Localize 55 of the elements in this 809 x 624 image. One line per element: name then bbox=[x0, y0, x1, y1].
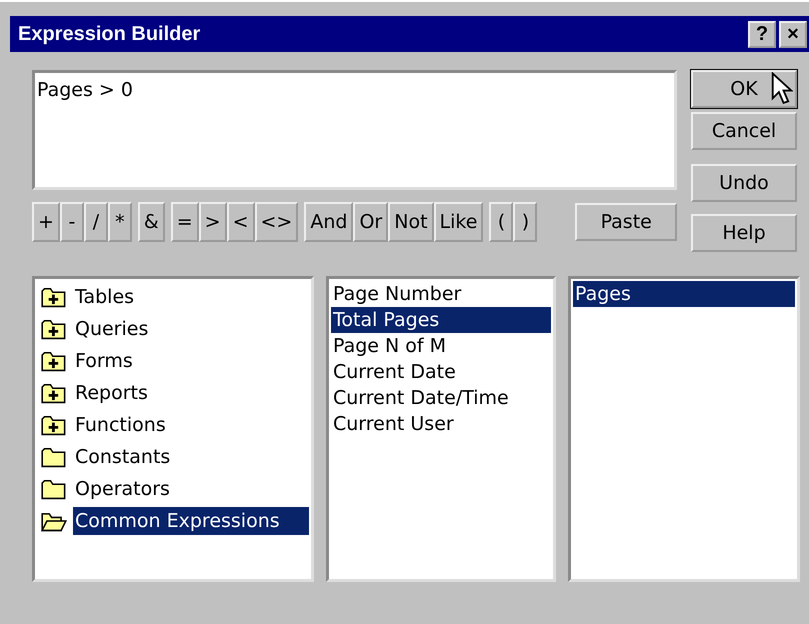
mouse-pointer-icon bbox=[771, 72, 793, 106]
operator-button[interactable]: ) bbox=[513, 202, 538, 242]
folder-label: Operators bbox=[74, 477, 171, 502]
close-button[interactable]: × bbox=[779, 20, 807, 48]
operator-button[interactable]: & bbox=[138, 202, 165, 242]
folder-label: Common Expressions bbox=[73, 507, 309, 535]
folder-plus-icon bbox=[41, 413, 67, 437]
folder-label: Queries bbox=[74, 317, 150, 342]
folder-label: Functions bbox=[74, 413, 167, 438]
dialog-button[interactable]: Cancel bbox=[691, 112, 797, 150]
category-item[interactable]: Page Number bbox=[331, 281, 551, 307]
folder-item[interactable]: Queries bbox=[37, 313, 309, 345]
folder-icon bbox=[41, 445, 67, 469]
operator-button[interactable]: - bbox=[60, 202, 84, 242]
folder-item[interactable]: Operators bbox=[37, 473, 309, 505]
folder-item[interactable]: Forms bbox=[37, 345, 309, 377]
operator-button[interactable]: > bbox=[198, 202, 227, 242]
category-item[interactable]: Current User bbox=[331, 411, 551, 437]
category-item[interactable]: Current Date bbox=[331, 359, 551, 385]
operator-button[interactable]: <> bbox=[254, 202, 298, 242]
dialog-button[interactable]: OK bbox=[691, 70, 797, 108]
operator-button[interactable]: + bbox=[32, 202, 60, 242]
help-title-button[interactable]: ? bbox=[748, 20, 776, 48]
operator-button[interactable]: ( bbox=[489, 202, 514, 242]
folder-item[interactable]: Reports bbox=[37, 377, 309, 409]
help-button[interactable]: Help bbox=[691, 214, 797, 252]
operator-button[interactable]: Or bbox=[353, 202, 388, 242]
operator-button[interactable]: / bbox=[84, 202, 108, 242]
folder-plus-icon bbox=[41, 381, 67, 405]
folder-item[interactable]: Common Expressions bbox=[37, 505, 309, 537]
operator-button[interactable]: < bbox=[226, 202, 255, 242]
folder-label: Constants bbox=[74, 445, 172, 470]
folder-icon bbox=[41, 477, 67, 501]
expression-field[interactable]: Pages > 0 bbox=[32, 70, 677, 190]
value-item[interactable]: Pages bbox=[573, 281, 795, 307]
folder-item[interactable]: Functions bbox=[37, 409, 309, 441]
dialog-button[interactable]: Undo bbox=[691, 164, 797, 202]
folder-plus-icon bbox=[41, 285, 67, 309]
folder-item[interactable]: Tables bbox=[37, 281, 309, 313]
folder-label: Reports bbox=[74, 381, 149, 406]
folder-label: Forms bbox=[74, 349, 134, 374]
paste-button[interactable]: Paste bbox=[575, 203, 677, 241]
folder-plus-icon bbox=[41, 349, 67, 373]
folder-plus-icon bbox=[41, 317, 67, 341]
folder-label: Tables bbox=[74, 285, 136, 310]
operator-button[interactable]: And bbox=[304, 202, 354, 242]
operator-button[interactable]: Not bbox=[388, 202, 434, 242]
category-item[interactable]: Total Pages bbox=[331, 307, 551, 333]
operator-button[interactable]: = bbox=[170, 202, 199, 242]
operator-button[interactable]: * bbox=[108, 202, 132, 242]
category-item[interactable]: Current Date/Time bbox=[331, 385, 551, 411]
operator-button[interactable]: Like bbox=[434, 202, 484, 242]
folder-item[interactable]: Constants bbox=[37, 441, 309, 473]
category-item[interactable]: Page N of M bbox=[331, 333, 551, 359]
window-title: Expression Builder bbox=[18, 22, 200, 46]
